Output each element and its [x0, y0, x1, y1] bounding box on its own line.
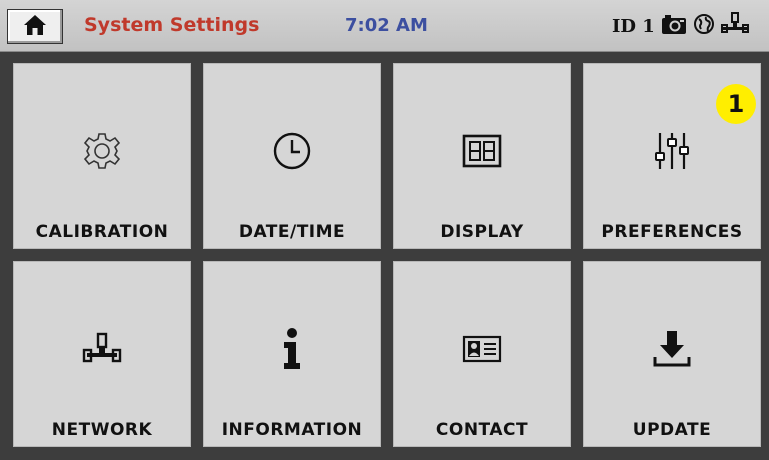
contact-tile[interactable]: CONTACT [393, 261, 571, 447]
status-area: ID 1 [612, 12, 749, 40]
contact-label: CONTACT [435, 420, 529, 440]
date-time-tile[interactable]: DATE/TIME [203, 63, 381, 249]
display-icon [447, 116, 517, 186]
network-icon [67, 314, 137, 384]
clock-time: 7:02 AM [345, 15, 428, 36]
network-label: NETWORK [51, 420, 153, 440]
network-tile[interactable]: NETWORK [13, 261, 191, 447]
gear-icon [67, 116, 137, 186]
callout-badge: 1 [716, 84, 756, 124]
date-time-label: DATE/TIME [238, 222, 346, 242]
display-label: DISPLAY [440, 222, 524, 242]
update-label: UPDATE [632, 420, 712, 440]
home-icon [22, 13, 48, 41]
home-button[interactable] [7, 9, 63, 44]
globe-icon [693, 13, 715, 39]
settings-grid: CALIBRATION DATE/TIME DISPLAY PREFERENCE… [13, 63, 761, 447]
system-settings-screen: System Settings 7:02 AM ID 1 CALIBRATION… [0, 0, 769, 460]
info-icon [257, 314, 327, 384]
update-tile[interactable]: UPDATE [583, 261, 761, 447]
information-tile[interactable]: INFORMATION [203, 261, 381, 447]
calibration-tile[interactable]: CALIBRATION [13, 63, 191, 249]
camera-icon [661, 13, 687, 39]
contact-card-icon [447, 314, 517, 384]
page-title: System Settings [84, 14, 260, 36]
display-tile[interactable]: DISPLAY [393, 63, 571, 249]
information-label: INFORMATION [221, 420, 363, 440]
preferences-label: PREFERENCES [601, 222, 743, 242]
download-icon [637, 314, 707, 384]
calibration-label: CALIBRATION [35, 222, 169, 242]
network-icon [720, 12, 749, 40]
sliders-icon [637, 116, 707, 186]
clock-icon [257, 116, 327, 186]
top-bar: System Settings 7:02 AM ID 1 [0, 0, 769, 52]
device-id-label: ID 1 [612, 15, 655, 37]
